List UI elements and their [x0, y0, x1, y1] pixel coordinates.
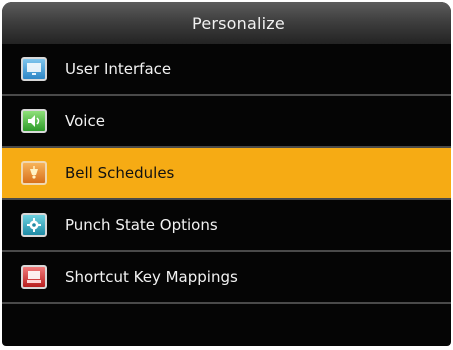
menu-item-label: User Interface: [65, 60, 172, 78]
menu-item-voice[interactable]: Voice: [2, 96, 451, 148]
menu-item-punch-state-options[interactable]: Punch State Options: [2, 200, 451, 252]
page-title: Personalize: [192, 13, 285, 33]
menu-item-label: Bell Schedules: [65, 164, 175, 182]
menu-item-label: Punch State Options: [65, 216, 218, 234]
personalize-menu: User Interface Voice Bell Schedules Punc…: [2, 44, 451, 304]
menu-item-label: Shortcut Key Mappings: [65, 268, 238, 286]
speaker-icon: [21, 109, 47, 133]
menu-item-shortcut-key-mappings[interactable]: Shortcut Key Mappings: [2, 252, 451, 304]
menu-item-user-interface[interactable]: User Interface: [2, 44, 451, 96]
menu-item-bell-schedules[interactable]: Bell Schedules: [2, 148, 451, 200]
title-bar: Personalize: [2, 2, 451, 44]
device-screen: Personalize User Interface Voice Bell Sc…: [2, 2, 451, 346]
gear-icon: [21, 213, 47, 237]
monitor-icon: [21, 57, 47, 81]
bell-icon: [21, 161, 47, 185]
menu-item-label: Voice: [65, 112, 105, 130]
keyboard-icon: [21, 265, 47, 289]
